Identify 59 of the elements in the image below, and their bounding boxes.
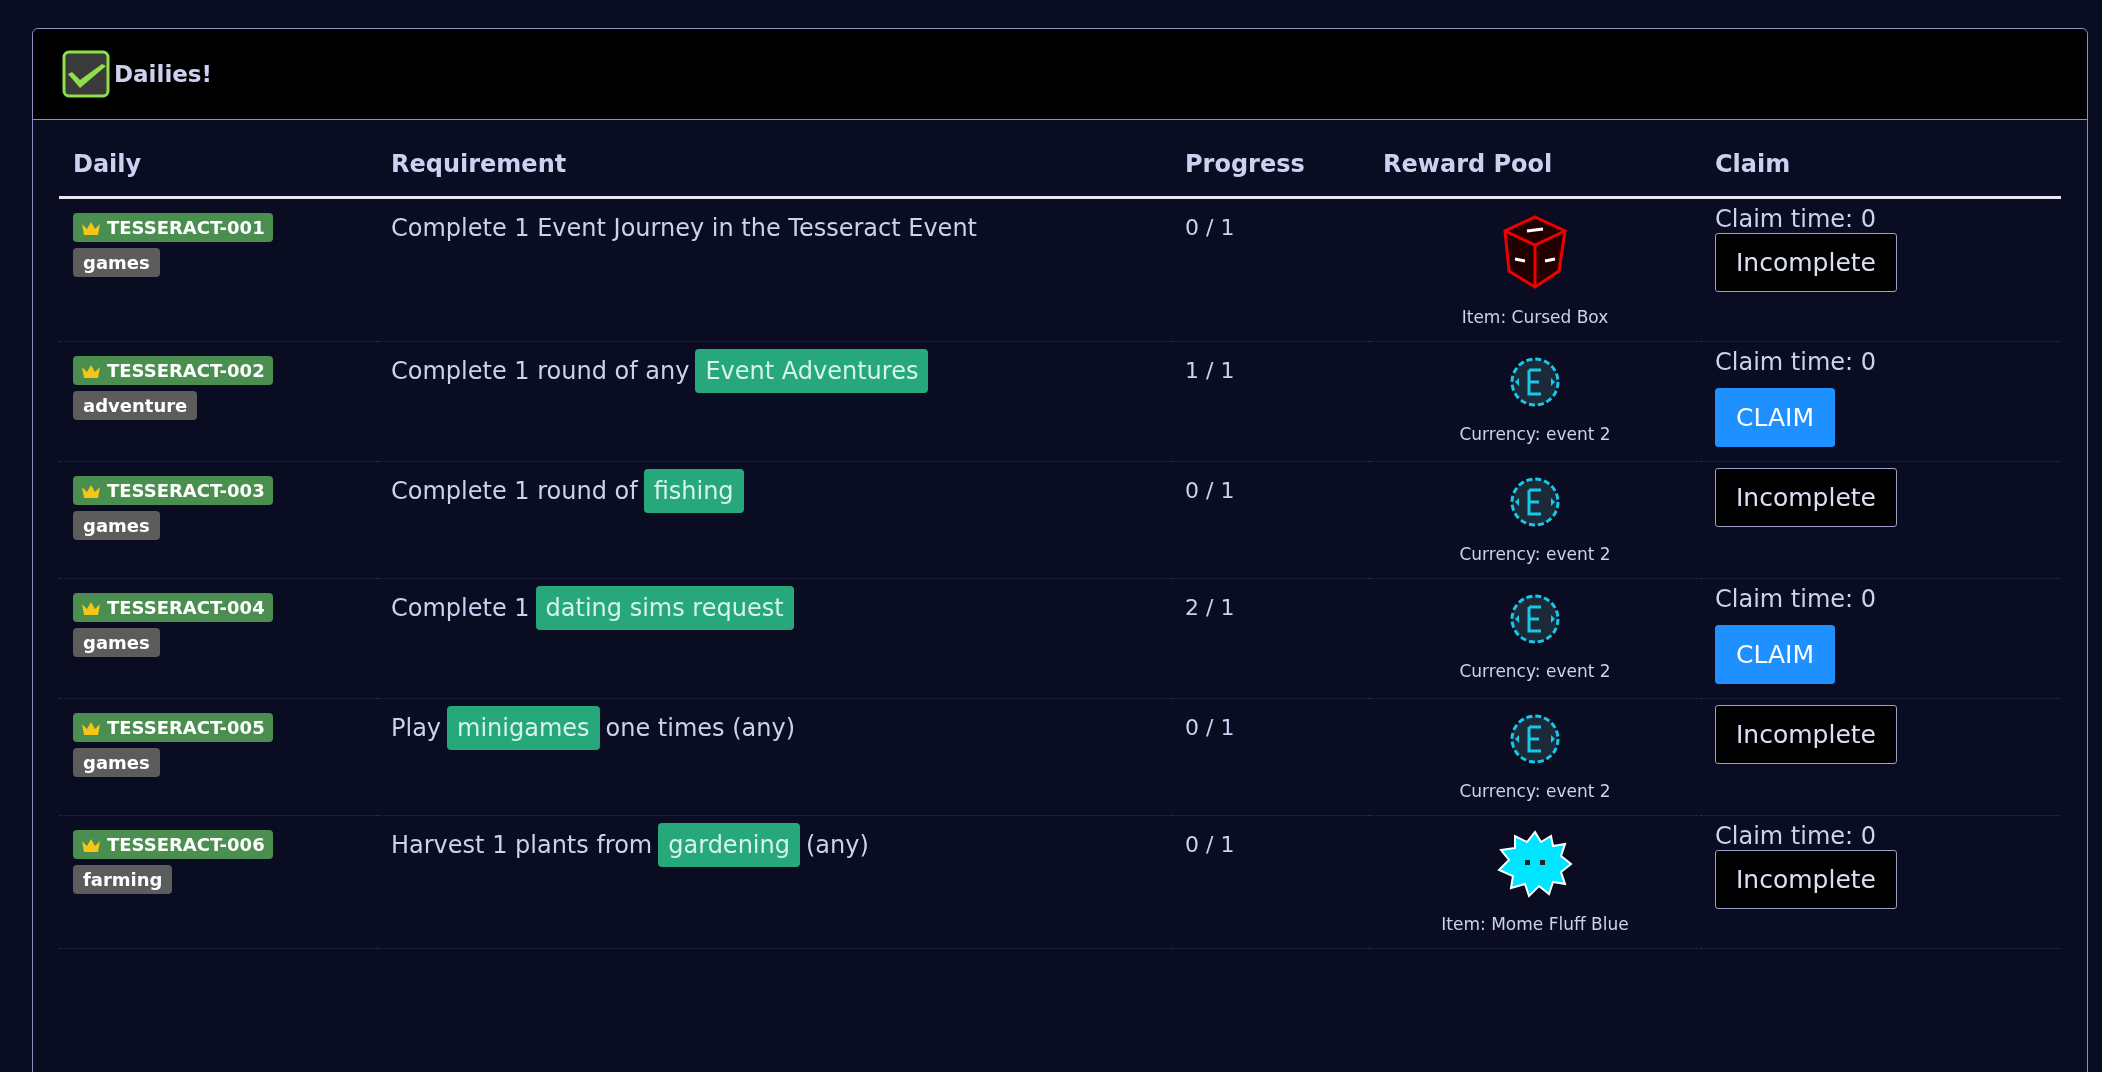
checkbox-icon xyxy=(62,50,110,98)
fluffball-icon xyxy=(1497,830,1573,898)
daily-code: TESSERACT-005 xyxy=(107,717,265,738)
panel-title: Dailies! xyxy=(114,61,213,87)
category-tag: farming xyxy=(73,865,173,894)
category-tag: adventure xyxy=(73,391,198,420)
progress-text: 0 / 1 xyxy=(1185,832,1235,857)
progress-text: 2 / 1 xyxy=(1185,595,1235,620)
column-header: Daily xyxy=(59,150,377,198)
progress-text: 0 / 1 xyxy=(1185,478,1235,503)
requirement-text: Complete 1 Event Journey in the Tesseract Event xyxy=(391,214,977,242)
daily-code: TESSERACT-004 xyxy=(107,597,265,618)
column-header: Progress xyxy=(1171,150,1369,198)
requirement-text: one times (any) xyxy=(605,714,796,742)
requirement-link[interactable]: fishing xyxy=(643,469,744,513)
requirement-link[interactable]: Event Adventures xyxy=(695,349,929,393)
column-header: Reward Pool xyxy=(1369,150,1701,198)
requirement-text: Complete 1 round of any xyxy=(391,357,690,385)
reward-caption: Currency: event 2 xyxy=(1458,424,1612,444)
claim-time: Claim time: 0 xyxy=(1715,822,1876,850)
reward-caption: Item: Cursed Box xyxy=(1460,307,1610,327)
category-tag: games xyxy=(73,628,160,657)
reward-caption: Currency: event 2 xyxy=(1458,781,1612,801)
column-header: Requirement xyxy=(377,150,1171,198)
coin-icon xyxy=(1509,476,1561,528)
requirement-link[interactable]: minigames xyxy=(447,706,600,750)
claim-time: Claim time: 0 xyxy=(1715,585,1876,613)
requirement-text: Harvest 1 plants from xyxy=(391,831,653,859)
coin-icon xyxy=(1509,593,1561,645)
category-tag: games xyxy=(73,511,160,540)
reward-caption: Item: Mome Fluff Blue xyxy=(1440,914,1630,934)
claim-button[interactable]: CLAIM xyxy=(1715,388,1835,447)
progress-text: 0 / 1 xyxy=(1185,715,1235,740)
progress-text: 1 / 1 xyxy=(1185,358,1235,383)
daily-code: TESSERACT-003 xyxy=(107,480,265,501)
reward-caption: Currency: event 2 xyxy=(1458,544,1612,564)
incomplete-button[interactable]: Incomplete xyxy=(1715,233,1897,292)
claim-time: Claim time: 0 xyxy=(1715,205,1876,233)
category-tag: games xyxy=(73,748,160,777)
requirement-text: Complete 1 round of xyxy=(391,477,638,505)
column-header: Claim xyxy=(1701,150,2061,198)
requirement-text: Complete 1 xyxy=(391,594,530,622)
category-tag: games xyxy=(73,248,160,277)
incomplete-button[interactable]: Incomplete xyxy=(1715,850,1897,909)
requirement-text: Play xyxy=(391,714,442,742)
incomplete-button[interactable]: Incomplete xyxy=(1715,705,1897,764)
claim-button[interactable]: CLAIM xyxy=(1715,625,1835,684)
daily-code: TESSERACT-002 xyxy=(107,360,265,381)
daily-code: TESSERACT-006 xyxy=(107,834,265,855)
requirement-link[interactable]: gardening xyxy=(658,823,800,867)
daily-code: TESSERACT-001 xyxy=(107,217,265,238)
progress-text: 0 / 1 xyxy=(1185,215,1235,240)
reward-caption: Currency: event 2 xyxy=(1458,661,1612,681)
coin-icon xyxy=(1509,356,1561,408)
incomplete-button[interactable]: Incomplete xyxy=(1715,468,1897,527)
claim-time: Claim time: 0 xyxy=(1715,348,1876,376)
requirement-text: (any) xyxy=(805,831,869,859)
requirement-link[interactable]: dating sims request xyxy=(535,586,794,630)
coin-icon xyxy=(1509,713,1561,765)
